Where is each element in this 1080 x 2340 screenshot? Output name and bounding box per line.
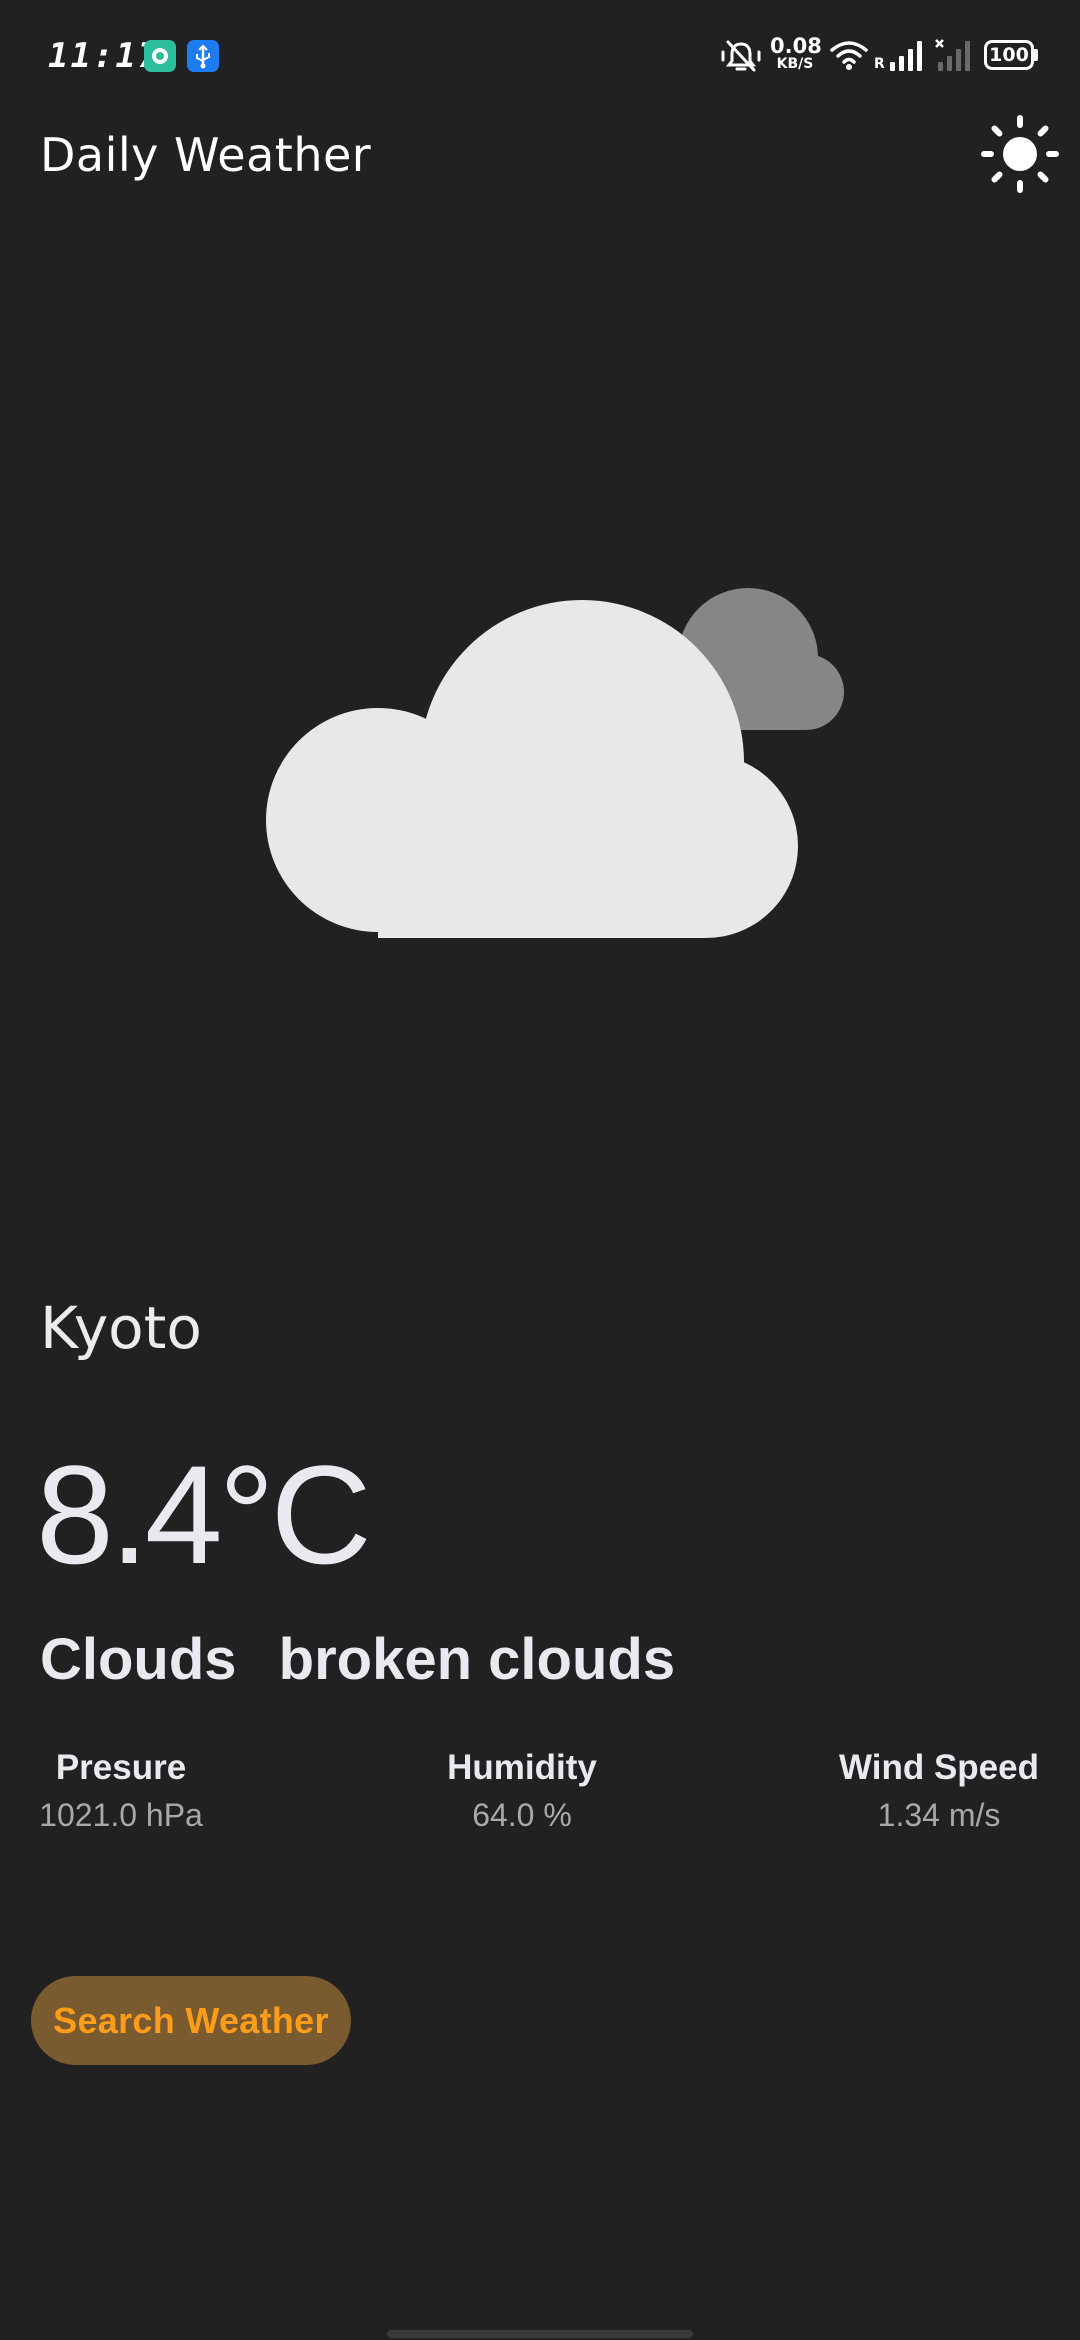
pressure-value: 1021.0 hPa: [39, 1797, 203, 1833]
wind-label: Wind Speed: [839, 1748, 1039, 1787]
wind-stat: Wind Speed 1.34 m/s: [832, 1744, 1046, 1838]
humidity-stat: Humidity 64.0 %: [430, 1744, 614, 1838]
humidity-value: 64.0 %: [472, 1797, 572, 1833]
city-name: Kyoto: [40, 1294, 202, 1362]
wind-value: 1.34 m/s: [877, 1797, 1001, 1833]
net-speed-value: 0.08: [770, 34, 822, 58]
temperature: 8.4°C: [36, 1436, 372, 1593]
chat-app-icon: [144, 40, 176, 72]
wifi-icon: [830, 41, 868, 70]
mute-icon: [721, 40, 761, 72]
battery-tip: [1034, 49, 1038, 61]
pressure-label: Presure: [55, 1748, 187, 1787]
pressure-stat: Presure 1021.0 hPa: [38, 1744, 204, 1838]
status-bar: 11:17 0.08 KB/S R 100: [0, 0, 1080, 112]
cloud-illustration: [266, 588, 844, 938]
roaming-label: R: [874, 56, 885, 72]
weather-main: Clouds: [40, 1627, 237, 1692]
sun-icon: [981, 115, 1059, 193]
net-speed: 0.08 KB/S: [770, 34, 822, 72]
app-title: Daily Weather: [40, 128, 372, 182]
theme-toggle-button[interactable]: [980, 114, 1060, 194]
signal-icon: [890, 41, 922, 71]
weather-conditions: Clouds broken clouds: [40, 1620, 675, 1700]
search-weather-button[interactable]: Search Weather: [31, 1976, 351, 2065]
usb-icon: [187, 40, 219, 72]
signal-no-service-icon: [935, 39, 970, 71]
battery-icon: 100: [984, 40, 1034, 70]
net-speed-unit: KB/S: [776, 56, 814, 72]
weather-description: broken clouds: [278, 1627, 676, 1692]
gesture-bar[interactable]: [387, 2330, 693, 2338]
battery-level: 100: [989, 44, 1029, 66]
humidity-label: Humidity: [447, 1748, 597, 1787]
app-screen: 11:17 0.08 KB/S R 100 Daily Weather Kyot…: [0, 0, 1080, 2340]
